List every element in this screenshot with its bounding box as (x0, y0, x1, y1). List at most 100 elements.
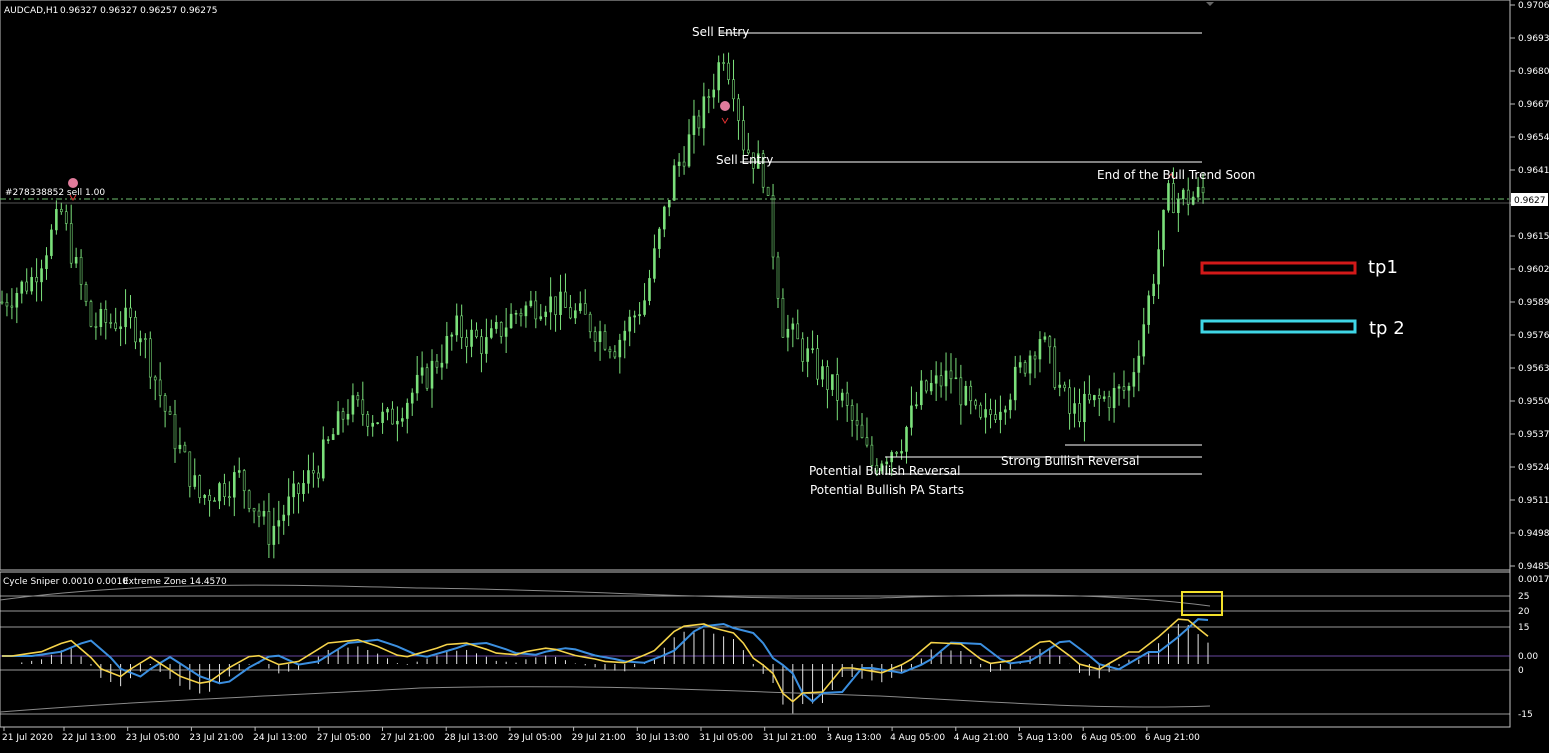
candle-body (312, 470, 315, 474)
candle-body (10, 305, 14, 308)
candle-body (781, 298, 785, 338)
candle-body (999, 411, 1002, 420)
candle-body (1152, 283, 1155, 297)
indicator-panel[interactable] (0, 571, 1511, 728)
price-tick-label: 0.9641 (1518, 166, 1549, 176)
candle-body (677, 161, 681, 166)
price-tick-label: 0.9511 (1518, 496, 1549, 506)
candle-body (742, 120, 745, 151)
candle-body (697, 115, 701, 129)
candle-body (717, 62, 720, 91)
candle-body (850, 405, 854, 421)
candle-body (272, 525, 276, 545)
candle-body (89, 301, 93, 327)
candle-body (1058, 384, 1062, 388)
candle-body (1028, 355, 1032, 374)
candle-body (895, 452, 898, 454)
time-tick-label: 23 Jul 21:00 (189, 733, 243, 743)
candle-body (415, 374, 419, 394)
time-axis[interactable]: 21 Jul 2020 22 Jul 13:00 23 Jul 05:00 23 Ju… (2, 727, 1200, 743)
candle-body (598, 331, 602, 343)
candle-body (821, 366, 824, 380)
candle-body (1162, 209, 1165, 250)
indicator-title: Cycle Sniper 0.0010 0.0010 (3, 577, 128, 587)
candle-body (836, 374, 839, 401)
candle-body (336, 411, 340, 435)
candle-body (574, 310, 577, 319)
candle-body (237, 470, 241, 473)
candle-body (791, 323, 795, 330)
symbol-label: AUDCAD,H1 (4, 6, 58, 16)
candle-body (317, 472, 320, 479)
sell-marker-icon[interactable] (68, 178, 78, 188)
candle-body (228, 496, 231, 498)
candle-body (1018, 362, 1022, 368)
candle-body (40, 268, 43, 283)
candle-body (974, 400, 977, 406)
time-tick-label: 29 Jul 21:00 (572, 733, 626, 743)
candle-body (490, 328, 493, 338)
candle-body (900, 451, 903, 454)
candle-body (569, 307, 572, 319)
candle-body (840, 392, 844, 401)
indicator-tick-label: 20 (1518, 607, 1530, 617)
candle-body (771, 195, 775, 258)
candle-body (410, 392, 414, 404)
candle-body (519, 312, 523, 317)
candle-body (633, 315, 636, 318)
price-tick-label: 0.9563 (1518, 364, 1549, 374)
price-axis[interactable]: 0.9706 0.9693 0.9680 0.9667 0.9654 0.9641 0.96… (1510, 1, 1549, 572)
chart-window[interactable]: AUDCAD,H1 0.96327 0.96327 0.96257 0.9627… (0, 0, 1549, 753)
candle-body (391, 408, 394, 425)
candle-body (702, 96, 706, 129)
time-tick-label: 5 Aug 13:00 (1018, 733, 1073, 743)
candle-body (213, 500, 216, 502)
candle-body (94, 326, 98, 328)
sell-marker-icon[interactable] (720, 101, 730, 111)
candle-body (994, 414, 997, 420)
candle-body (450, 334, 454, 337)
indicator-axis[interactable]: 0.0017 25 20 15 0.00 0 -15 (1518, 575, 1549, 720)
candle-body (74, 256, 78, 264)
candle-body (1013, 366, 1017, 401)
candle-body (682, 161, 686, 167)
candle-body (1093, 395, 1096, 401)
candle-body (727, 62, 730, 80)
candle-body (910, 405, 913, 428)
candle-body (129, 307, 132, 318)
candle-body (124, 307, 127, 328)
candle-body (638, 314, 641, 317)
time-tick-label: 22 Jul 13:00 (62, 733, 116, 743)
candle-body (69, 223, 73, 264)
candle-body (242, 470, 246, 492)
order-label: #278338852 sell 1.00 (5, 188, 105, 198)
candle-body (653, 248, 656, 279)
candle-body (514, 312, 518, 315)
candle-body (1196, 186, 1200, 198)
candle-body (144, 338, 147, 340)
candle-body (292, 483, 295, 498)
candle-body (183, 444, 187, 453)
candle-body (1201, 186, 1205, 194)
candle-body (30, 277, 33, 292)
candle-body (1004, 409, 1007, 413)
candle-body (722, 62, 725, 64)
candle-body (954, 377, 958, 380)
price-tick-label: 0.9680 (1518, 67, 1549, 77)
candle-body (178, 444, 182, 450)
candle-body (233, 472, 236, 498)
candle-body (223, 483, 226, 497)
candle-body (153, 376, 157, 381)
candle-body (208, 494, 211, 501)
candle-body (371, 422, 374, 427)
candle-body (341, 411, 345, 420)
time-tick-label: 31 Jul 21:00 (763, 733, 817, 743)
candle-body (776, 256, 780, 299)
price-tick-label: 0.9706 (1518, 1, 1549, 11)
candle-body (593, 331, 597, 343)
strong-reversal-label: Strong Bullish Reversal (1001, 454, 1139, 468)
candle-body (1186, 189, 1190, 205)
candle-body (104, 308, 108, 323)
candle-body (845, 392, 849, 406)
main-chart-area[interactable] (0, 0, 1511, 571)
